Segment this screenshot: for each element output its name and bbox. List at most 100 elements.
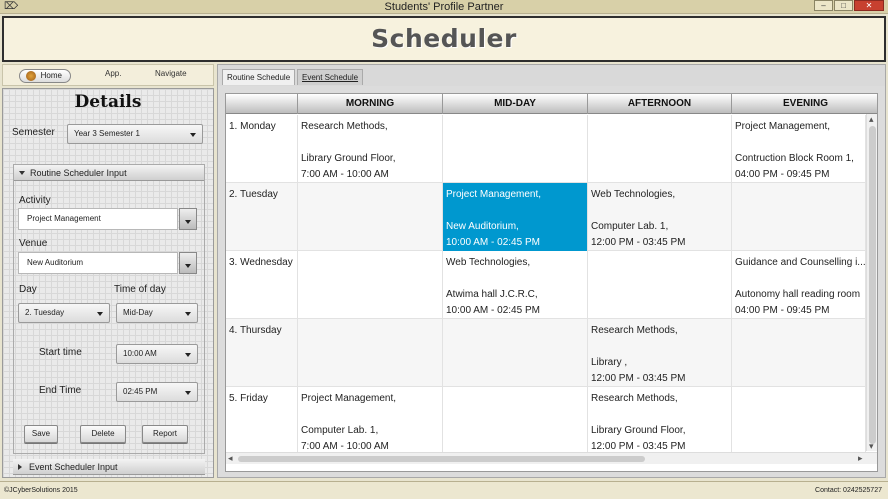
schedule-cell-line: Project Management,	[735, 121, 831, 132]
empty-schedule-cell[interactable]	[588, 251, 732, 319]
venue-field[interactable]: New Auditorium	[18, 252, 178, 274]
schedule-cell-line	[446, 339, 584, 355]
day-cell[interactable]: 4. Thursday	[226, 319, 298, 387]
empty-schedule-cell[interactable]	[588, 115, 732, 183]
schedule-cell-line	[301, 339, 439, 355]
event-scheduler-header[interactable]: Event Scheduler Input	[13, 459, 205, 475]
horizontal-scrollbar[interactable]: ◂ ▸	[226, 452, 877, 464]
table-row[interactable]: 1. Monday Research Methods, Library Ground…	[226, 115, 866, 183]
maximize-button[interactable]: □	[834, 0, 853, 11]
table-header: MORNING MID-DAY AFTERNOON EVENING	[226, 94, 877, 114]
empty-schedule-cell[interactable]	[298, 251, 443, 319]
day-cell[interactable]: 5. Friday	[226, 387, 298, 455]
scroll-left-icon[interactable]: ◂	[228, 453, 233, 463]
schedule-cell-line	[301, 287, 439, 303]
details-panel: Details Semester Year 3 Semester 1 Routi…	[2, 88, 214, 478]
report-button[interactable]: Report	[142, 425, 188, 443]
vertical-scroll-thumb[interactable]	[869, 126, 876, 444]
routine-scheduler-header[interactable]: Routine Scheduler Input	[14, 165, 204, 181]
routine-scheduler-section: Routine Scheduler Input Activity Project…	[13, 164, 205, 454]
nav-app-link[interactable]: App.	[105, 69, 121, 78]
activity-dropdown-button[interactable]	[179, 208, 197, 230]
schedule-cell-line	[591, 287, 728, 303]
vertical-scrollbar[interactable]: ▴ ▾	[866, 114, 877, 451]
empty-schedule-cell[interactable]	[443, 319, 588, 387]
close-button[interactable]: ✕	[854, 0, 884, 11]
schedule-cell-line	[446, 371, 584, 387]
schedule-cell-line	[301, 407, 439, 423]
empty-schedule-cell[interactable]	[443, 115, 588, 183]
schedule-cell-line: Computer Lab. 1,	[301, 425, 379, 436]
nav-navigate-link[interactable]: Navigate	[155, 69, 187, 78]
start-time-select[interactable]: 10:00 AM	[116, 344, 198, 364]
schedule-cell-line	[735, 323, 862, 339]
schedule-cell[interactable]: Research Methods, Library Ground Floor, 7:…	[298, 115, 443, 183]
scroll-down-icon[interactable]: ▾	[869, 441, 874, 451]
event-scheduler-title: Event Scheduler Input	[29, 462, 118, 472]
schedule-cell[interactable]: Project Management, New Auditorium, 10:00 …	[443, 183, 588, 251]
column-header-day[interactable]	[226, 94, 298, 114]
schedule-cell[interactable]: Web Technologies, Atwima hall J.C.R.C, 10:…	[443, 251, 588, 319]
schedule-cell-line	[446, 423, 584, 439]
table-row[interactable]: 2. Tuesday Project Management, New Auditor…	[226, 183, 866, 251]
table-row[interactable]: 3. Wednesday Web Technologies, Atwima hall…	[226, 251, 866, 319]
column-header-morning[interactable]: MORNING	[298, 94, 443, 114]
schedule-cell[interactable]: Web Technologies, Computer Lab. 1, 12:00 P…	[588, 183, 732, 251]
table-row[interactable]: 4. Thursday Research Methods, Library , 12:…	[226, 319, 866, 387]
column-header-afternoon[interactable]: AFTERNOON	[588, 94, 732, 114]
empty-schedule-cell[interactable]	[732, 387, 866, 455]
day-cell[interactable]: 1. Monday	[226, 115, 298, 183]
schedule-cell-line	[446, 119, 584, 135]
empty-schedule-cell[interactable]	[443, 387, 588, 455]
status-bar: ©JCyberSolutions 2015 Contact: 024252572…	[0, 481, 888, 499]
end-time-select[interactable]: 02:45 PM	[116, 382, 198, 402]
routine-scheduler-title: Routine Scheduler Input	[30, 168, 127, 178]
semester-select[interactable]: Year 3 Semester 1	[67, 124, 203, 144]
empty-schedule-cell[interactable]	[298, 183, 443, 251]
column-header-mid-day[interactable]: MID-DAY	[443, 94, 588, 114]
schedule-cell-line	[735, 271, 862, 287]
tab-routine-schedule[interactable]: Routine Schedule	[222, 69, 296, 85]
schedule-cell[interactable]: Research Methods, Library , 12:00 PM - 03:…	[588, 319, 732, 387]
schedule-cell-line: Web Technologies,	[446, 257, 531, 268]
schedule-cell-line	[735, 371, 862, 387]
schedule-cell[interactable]: Research Methods, Library Ground Floor, 12…	[588, 387, 732, 455]
schedule-cell-line	[446, 407, 584, 423]
schedule-cell[interactable]: Guidance and Counselling i... Autonomy ha…	[732, 251, 866, 319]
day-cell[interactable]: 2. Tuesday	[226, 183, 298, 251]
empty-schedule-cell[interactable]	[732, 183, 866, 251]
schedule-cell-line	[446, 135, 584, 151]
scroll-right-icon[interactable]: ▸	[858, 453, 863, 463]
day-cell[interactable]: 3. Wednesday	[226, 251, 298, 319]
chevron-down-icon	[190, 133, 196, 137]
schedule-cell-line	[591, 167, 728, 183]
time-of-day-label: Time of day	[114, 284, 166, 295]
save-button[interactable]: Save	[24, 425, 58, 443]
schedule-cell[interactable]: Project Management, Computer Lab. 1, 7:00 …	[298, 387, 443, 455]
table-row[interactable]: 5. Friday Project Management, Computer Lab…	[226, 387, 866, 455]
scroll-up-icon[interactable]: ▴	[869, 114, 874, 124]
schedule-cell-line	[591, 119, 728, 135]
schedule-cell-line	[301, 255, 439, 271]
activity-field[interactable]: Project Management	[18, 208, 178, 230]
time-of-day-select[interactable]: Mid-Day	[116, 303, 198, 323]
column-header-evening[interactable]: EVENING	[732, 94, 877, 114]
schedule-cell-line	[735, 391, 862, 407]
schedule-cell-line	[301, 371, 439, 387]
schedule-cell-line	[591, 203, 728, 219]
delete-button[interactable]: Delete	[80, 425, 126, 443]
semester-value: Year 3 Semester 1	[74, 129, 140, 138]
schedule-cell[interactable]: Project Management, Contruction Block Roo…	[732, 115, 866, 183]
tab-event-schedule[interactable]: Event Schedule	[297, 69, 364, 85]
empty-schedule-cell[interactable]	[298, 319, 443, 387]
start-time-value: 10:00 AM	[123, 349, 157, 358]
schedule-cell-line: Project Management,	[446, 189, 542, 200]
chevron-down-icon	[185, 312, 191, 316]
venue-dropdown-button[interactable]	[179, 252, 197, 274]
horizontal-scroll-thumb[interactable]	[238, 456, 645, 462]
day-select[interactable]: 2. Tuesday	[18, 303, 110, 323]
minimize-button[interactable]: –	[814, 0, 833, 11]
chevron-down-icon	[185, 391, 191, 395]
empty-schedule-cell[interactable]	[732, 319, 866, 387]
home-button[interactable]: Home	[19, 69, 71, 83]
